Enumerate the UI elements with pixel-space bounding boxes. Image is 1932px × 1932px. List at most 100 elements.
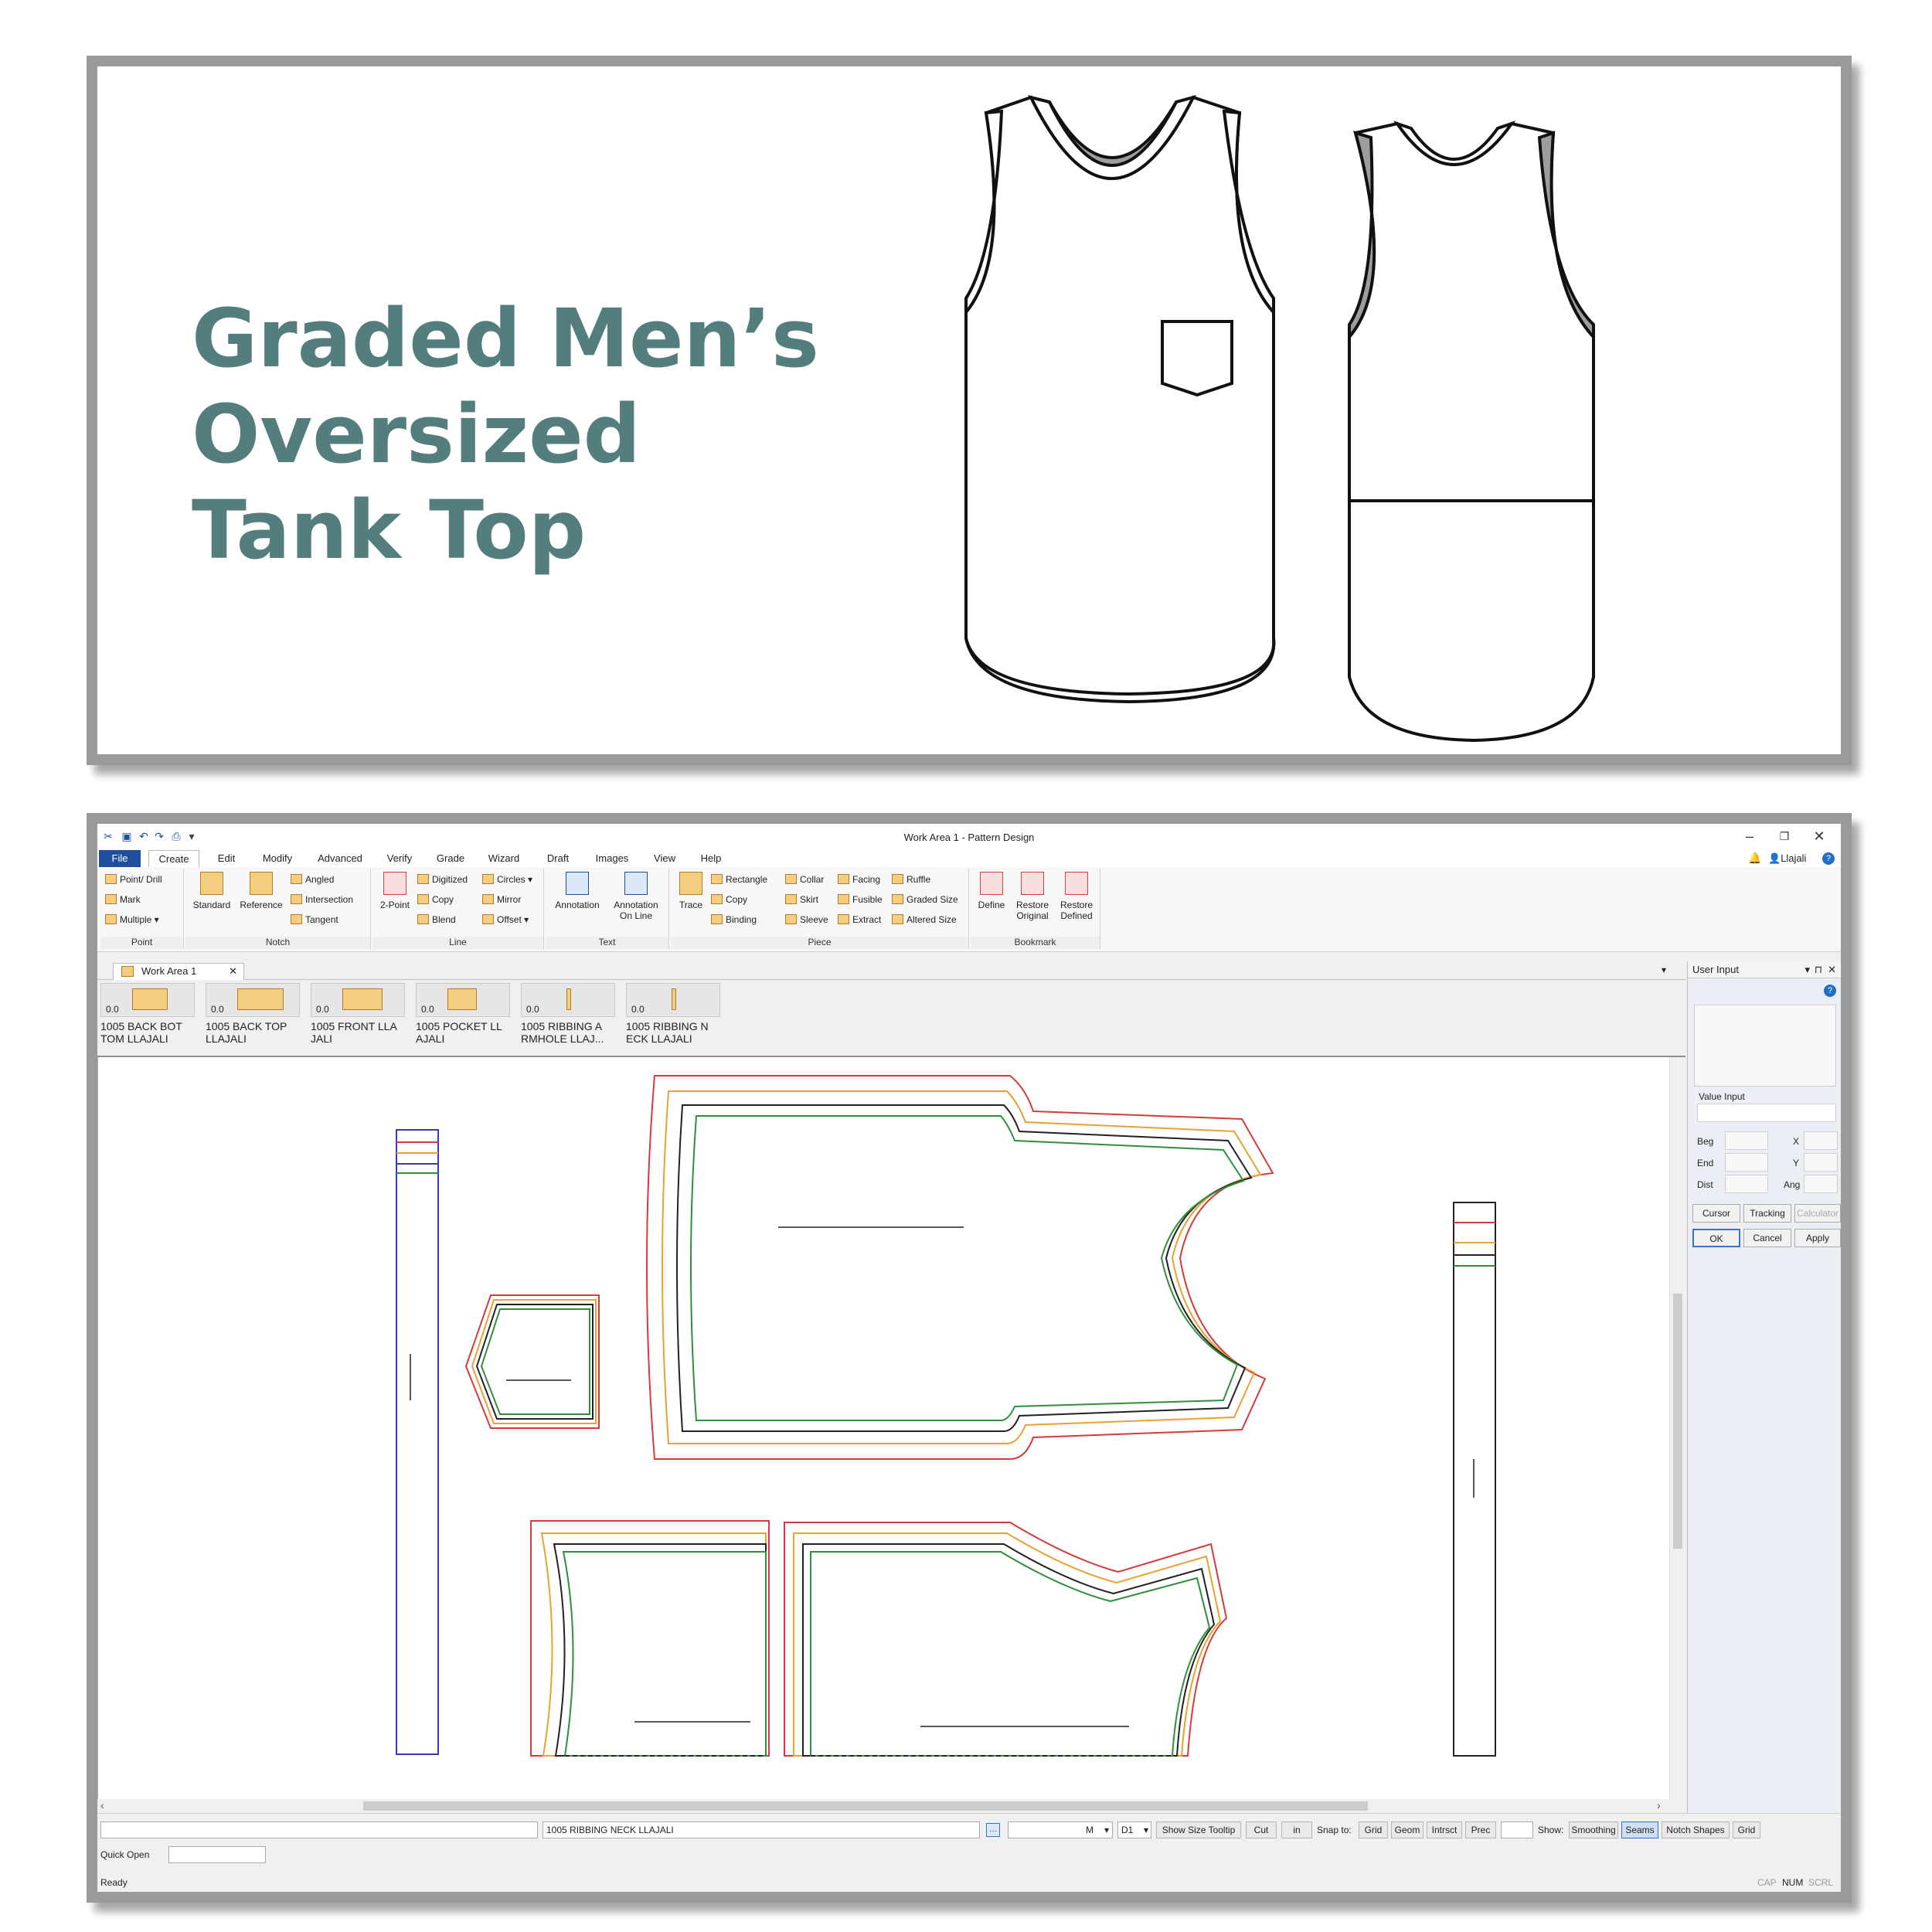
ruffle-piece-button[interactable]: Ruffle xyxy=(892,873,930,886)
menu-advanced[interactable]: Advanced xyxy=(311,850,369,867)
x-field[interactable] xyxy=(1804,1131,1838,1150)
blend-line-button[interactable]: Blend xyxy=(417,913,456,926)
close-tab-icon[interactable]: ✕ xyxy=(229,964,237,979)
piece-front[interactable]: 0.0 1005 FRONT LLA JALI xyxy=(311,983,405,1045)
offset-button[interactable]: Offset ▾ xyxy=(482,913,529,926)
piece-ribbing-neck[interactable]: 0.0 1005 RIBBING N ECK LLAJALI xyxy=(626,983,720,1045)
vertical-scroll-thumb[interactable] xyxy=(1673,1294,1682,1549)
rectangle-piece-button[interactable]: Rectangle xyxy=(711,873,767,886)
panel-menu-icon[interactable]: ▾ xyxy=(1804,961,1810,978)
annotation-on-line-button[interactable]: Annotation On Line xyxy=(607,872,665,921)
menu-view[interactable]: View xyxy=(645,850,685,867)
menu-grade[interactable]: Grade xyxy=(428,850,473,867)
size-select[interactable]: M ▾ xyxy=(1008,1821,1113,1838)
ang-field[interactable] xyxy=(1804,1175,1838,1193)
user-name[interactable]: 👤Llajali xyxy=(1768,852,1806,865)
menu-modify[interactable]: Modify xyxy=(252,850,303,867)
piece-back-bottom[interactable]: 0.0 1005 BACK BOT TOM LLAJALI xyxy=(100,983,195,1045)
show-grid-button[interactable]: Grid xyxy=(1733,1821,1760,1838)
circles-button[interactable]: Circles ▾ xyxy=(482,873,532,886)
horizontal-scroll-thumb[interactable] xyxy=(363,1801,1368,1811)
calculator-button[interactable]: Calculator xyxy=(1794,1204,1841,1223)
quick-open-input[interactable] xyxy=(168,1846,266,1863)
multiple-button[interactable]: Multiple ▾ xyxy=(105,913,159,926)
menu-draft[interactable]: Draft xyxy=(536,850,580,867)
menu-wizard[interactable]: Wizard xyxy=(479,850,529,867)
digitized-line-button[interactable]: Digitized xyxy=(417,873,468,886)
extract-piece-button[interactable]: Extract xyxy=(838,913,881,926)
binding-piece-button[interactable]: Binding xyxy=(711,913,757,926)
piece-pocket[interactable]: 0.0 1005 POCKET LL AJALI xyxy=(416,983,510,1045)
show-seams-button[interactable]: Seams xyxy=(1621,1821,1658,1838)
piece-browse-icon[interactable]: … xyxy=(986,1823,1000,1837)
pin-icon[interactable]: ⊓ xyxy=(1815,961,1822,978)
tangent-notch-button[interactable]: Tangent xyxy=(291,913,338,926)
vertical-scrollbar[interactable] xyxy=(1669,1057,1685,1799)
cut-button[interactable]: Cut xyxy=(1246,1821,1277,1838)
sleeve-piece-button[interactable]: Sleeve xyxy=(785,913,828,926)
two-point-line-button[interactable]: 2-Point xyxy=(376,872,414,910)
show-notch-shapes-button[interactable]: Notch Shapes xyxy=(1662,1821,1730,1838)
command-field[interactable] xyxy=(100,1821,538,1838)
cursor-button[interactable]: Cursor xyxy=(1692,1204,1740,1223)
menu-edit[interactable]: Edit xyxy=(206,850,247,867)
value-input-field[interactable] xyxy=(1697,1104,1836,1122)
show-smoothing-button[interactable]: Smoothing xyxy=(1569,1821,1618,1838)
point-drill-button[interactable]: Point/ Drill xyxy=(105,873,162,886)
cancel-button[interactable]: Cancel xyxy=(1743,1229,1791,1247)
close-button[interactable]: ✕ xyxy=(1805,827,1833,845)
annotation-button[interactable]: Annotation xyxy=(550,872,604,910)
tracking-button[interactable]: Tracking xyxy=(1743,1204,1791,1223)
beg-field[interactable] xyxy=(1725,1131,1768,1150)
snap-prec-button[interactable]: Prec xyxy=(1465,1821,1496,1838)
horizontal-scrollbar[interactable]: ‹ › xyxy=(97,1799,1669,1813)
menu-verify[interactable]: Verify xyxy=(377,850,422,867)
panel-close-icon[interactable]: ✕ xyxy=(1828,961,1836,978)
snap-grid-button[interactable]: Grid xyxy=(1359,1821,1388,1838)
restore-button[interactable]: ❐ xyxy=(1770,827,1798,845)
dist-field[interactable] xyxy=(1725,1175,1768,1193)
intersection-notch-button[interactable]: Intersection xyxy=(291,893,353,906)
copy-piece-button[interactable]: Copy xyxy=(711,893,747,906)
trace-button[interactable]: Trace xyxy=(674,872,708,910)
y-field[interactable] xyxy=(1804,1153,1838,1172)
unit-button[interactable]: in xyxy=(1281,1821,1312,1838)
mirror-button[interactable]: Mirror xyxy=(482,893,521,906)
collar-piece-button[interactable]: Collar xyxy=(785,873,824,886)
scroll-left-icon[interactable]: ‹ xyxy=(100,1799,104,1811)
mark-button[interactable]: Mark xyxy=(105,893,141,906)
copy-line-button[interactable]: Copy xyxy=(417,893,454,906)
tab-work-area-1[interactable]: Work Area 1 ✕ xyxy=(113,963,244,980)
snap-geom-button[interactable]: Geom xyxy=(1391,1821,1423,1838)
apply-button[interactable]: Apply xyxy=(1794,1229,1841,1247)
rule-select[interactable]: D1 ▾ xyxy=(1117,1821,1151,1838)
tab-list-dropdown-icon[interactable]: ▾ xyxy=(1662,964,1666,975)
fusible-piece-button[interactable]: Fusible xyxy=(838,893,883,906)
help-icon[interactable]: ? xyxy=(1822,852,1835,865)
altered-size-button[interactable]: Altered Size xyxy=(892,913,957,926)
angled-notch-button[interactable]: Angled xyxy=(291,873,334,886)
standard-notch-button[interactable]: Standard xyxy=(190,872,233,910)
work-area-canvas[interactable] xyxy=(97,1057,1669,1799)
scroll-right-icon[interactable]: › xyxy=(1657,1799,1661,1811)
piece-back-top[interactable]: 0.0 1005 BACK TOP LLAJALI xyxy=(206,983,300,1045)
facing-piece-button[interactable]: Facing xyxy=(838,873,880,886)
snap-intrsct-button[interactable]: Intrsct xyxy=(1427,1821,1462,1838)
bell-icon[interactable]: 🔔 xyxy=(1748,852,1761,865)
define-bookmark-button[interactable]: Define xyxy=(974,872,1009,910)
reference-notch-button[interactable]: Reference xyxy=(236,872,286,910)
graded-size-button[interactable]: Graded Size xyxy=(892,893,958,906)
show-size-tooltip-button[interactable]: Show Size Tooltip xyxy=(1156,1821,1241,1838)
menu-create[interactable]: Create xyxy=(148,850,199,867)
precision-field[interactable] xyxy=(1501,1821,1533,1838)
menu-file[interactable]: File xyxy=(99,850,141,867)
restore-original-button[interactable]: Restore Original xyxy=(1012,872,1053,921)
piece-ribbing-armhole[interactable]: 0.0 1005 RIBBING A RMHOLE LLAJ... xyxy=(521,983,615,1045)
minimize-button[interactable]: – xyxy=(1736,827,1764,845)
panel-help-icon[interactable]: ? xyxy=(1824,985,1836,997)
restore-defined-button[interactable]: Restore Defined xyxy=(1056,872,1097,921)
menu-images[interactable]: Images xyxy=(587,850,637,867)
current-piece-field[interactable]: 1005 RIBBING NECK LLAJALI xyxy=(543,1821,980,1838)
menu-help[interactable]: Help xyxy=(691,850,731,867)
skirt-piece-button[interactable]: Skirt xyxy=(785,893,818,906)
